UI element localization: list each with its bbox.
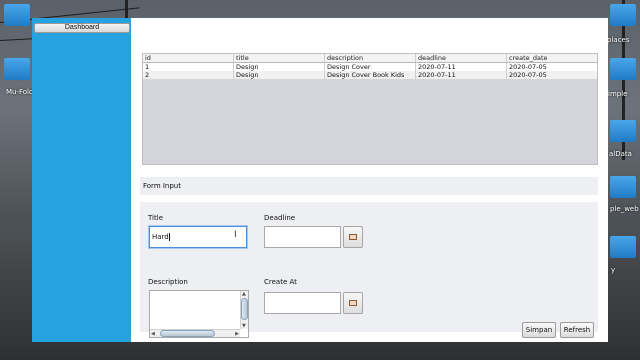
table-cell: 2020-07-05	[509, 71, 547, 79]
desktop-icon-label: alData	[609, 150, 632, 158]
desktop-icon-label: imple	[608, 90, 628, 98]
table-cell: Design Cover Book Kids	[325, 71, 416, 79]
table-cell: Design	[234, 63, 325, 71]
create-at-label: Create At	[264, 278, 297, 286]
deadline-label: Deadline	[264, 214, 296, 222]
calendar-icon	[349, 234, 357, 240]
scroll-thumb[interactable]	[160, 330, 215, 337]
column-header-title[interactable]: title	[234, 54, 325, 62]
column-header-create-date[interactable]: create_date	[507, 54, 597, 62]
dashboard-button[interactable]: Dashboard	[34, 23, 130, 33]
create-at-date-picker-button[interactable]	[343, 292, 363, 314]
column-header-id[interactable]: id	[143, 54, 234, 62]
task-table[interactable]: id title description deadline create_dat…	[142, 53, 598, 165]
app-window: Dashboard id title description deadline …	[32, 18, 608, 342]
table-cell: 1	[143, 63, 234, 71]
i-beam-cursor-icon: I	[234, 230, 237, 240]
table-cell: 2	[143, 71, 234, 79]
save-button[interactable]: Simpan	[522, 322, 556, 338]
column-header-deadline[interactable]: deadline	[416, 54, 507, 62]
table-cell: 2020-07-11	[416, 71, 507, 79]
scroll-thumb[interactable]	[241, 298, 248, 320]
description-label: Description	[148, 278, 188, 286]
desktop-folder-icon[interactable]	[610, 120, 636, 142]
desktop-folder-icon[interactable]	[610, 4, 636, 26]
deadline-date-picker-button[interactable]	[343, 226, 363, 248]
table-row[interactable]: 1 Design Design Cover 2020-07-11 2020-07…	[143, 63, 597, 71]
desktop-folder-icon[interactable]	[610, 176, 636, 198]
desktop-folder-icon[interactable]	[4, 4, 30, 26]
title-label: Title	[148, 214, 164, 222]
column-header-description[interactable]: description	[325, 54, 416, 62]
form-section-header: Form Input	[140, 177, 598, 195]
title-input[interactable]: Hard I	[149, 226, 247, 248]
form-section-title: Form Input	[143, 182, 181, 190]
desktop-folder-icon[interactable]	[610, 58, 636, 80]
table-cell: Design Cover	[325, 63, 416, 71]
main-content: id title description deadline create_dat…	[131, 18, 608, 342]
desktop-icon-label: y	[611, 266, 616, 274]
scroll-right-icon[interactable]: ▶	[235, 331, 239, 337]
vertical-scrollbar[interactable]: ▲ ▼	[240, 291, 248, 329]
desktop-icon-label: places	[607, 36, 630, 44]
create-at-input[interactable]	[264, 292, 341, 314]
scroll-left-icon[interactable]: ◀	[151, 331, 155, 337]
scroll-down-icon[interactable]: ▼	[242, 323, 246, 329]
desktop-icon-label: Mu-Fold	[6, 88, 34, 96]
table-header: id title description deadline create_dat…	[143, 54, 597, 63]
desktop-folder-icon[interactable]	[610, 236, 636, 258]
table-row[interactable]: 2 Design Design Cover Book Kids 2020-07-…	[143, 71, 597, 79]
scroll-up-icon[interactable]: ▲	[242, 291, 246, 297]
sidebar: Dashboard	[32, 18, 131, 342]
description-textarea[interactable]: ▲ ▼ ◀ ▶	[149, 290, 249, 338]
table-cell: 2020-07-05	[509, 63, 547, 71]
horizontal-scrollbar[interactable]: ◀ ▶	[150, 329, 240, 337]
desktop-icon-label: ple_web	[610, 205, 639, 213]
table-cell: Design	[234, 71, 325, 79]
desktop-folder-icon[interactable]	[4, 58, 30, 80]
table-cell: 2020-07-11	[416, 63, 507, 71]
deadline-input[interactable]	[264, 226, 341, 248]
calendar-icon	[349, 300, 357, 306]
title-input-value: Hard	[152, 233, 169, 241]
form-panel: Title Hard I Deadline Description ▲ ▼ ◀	[140, 202, 598, 338]
refresh-button[interactable]: Refresh	[560, 322, 594, 338]
